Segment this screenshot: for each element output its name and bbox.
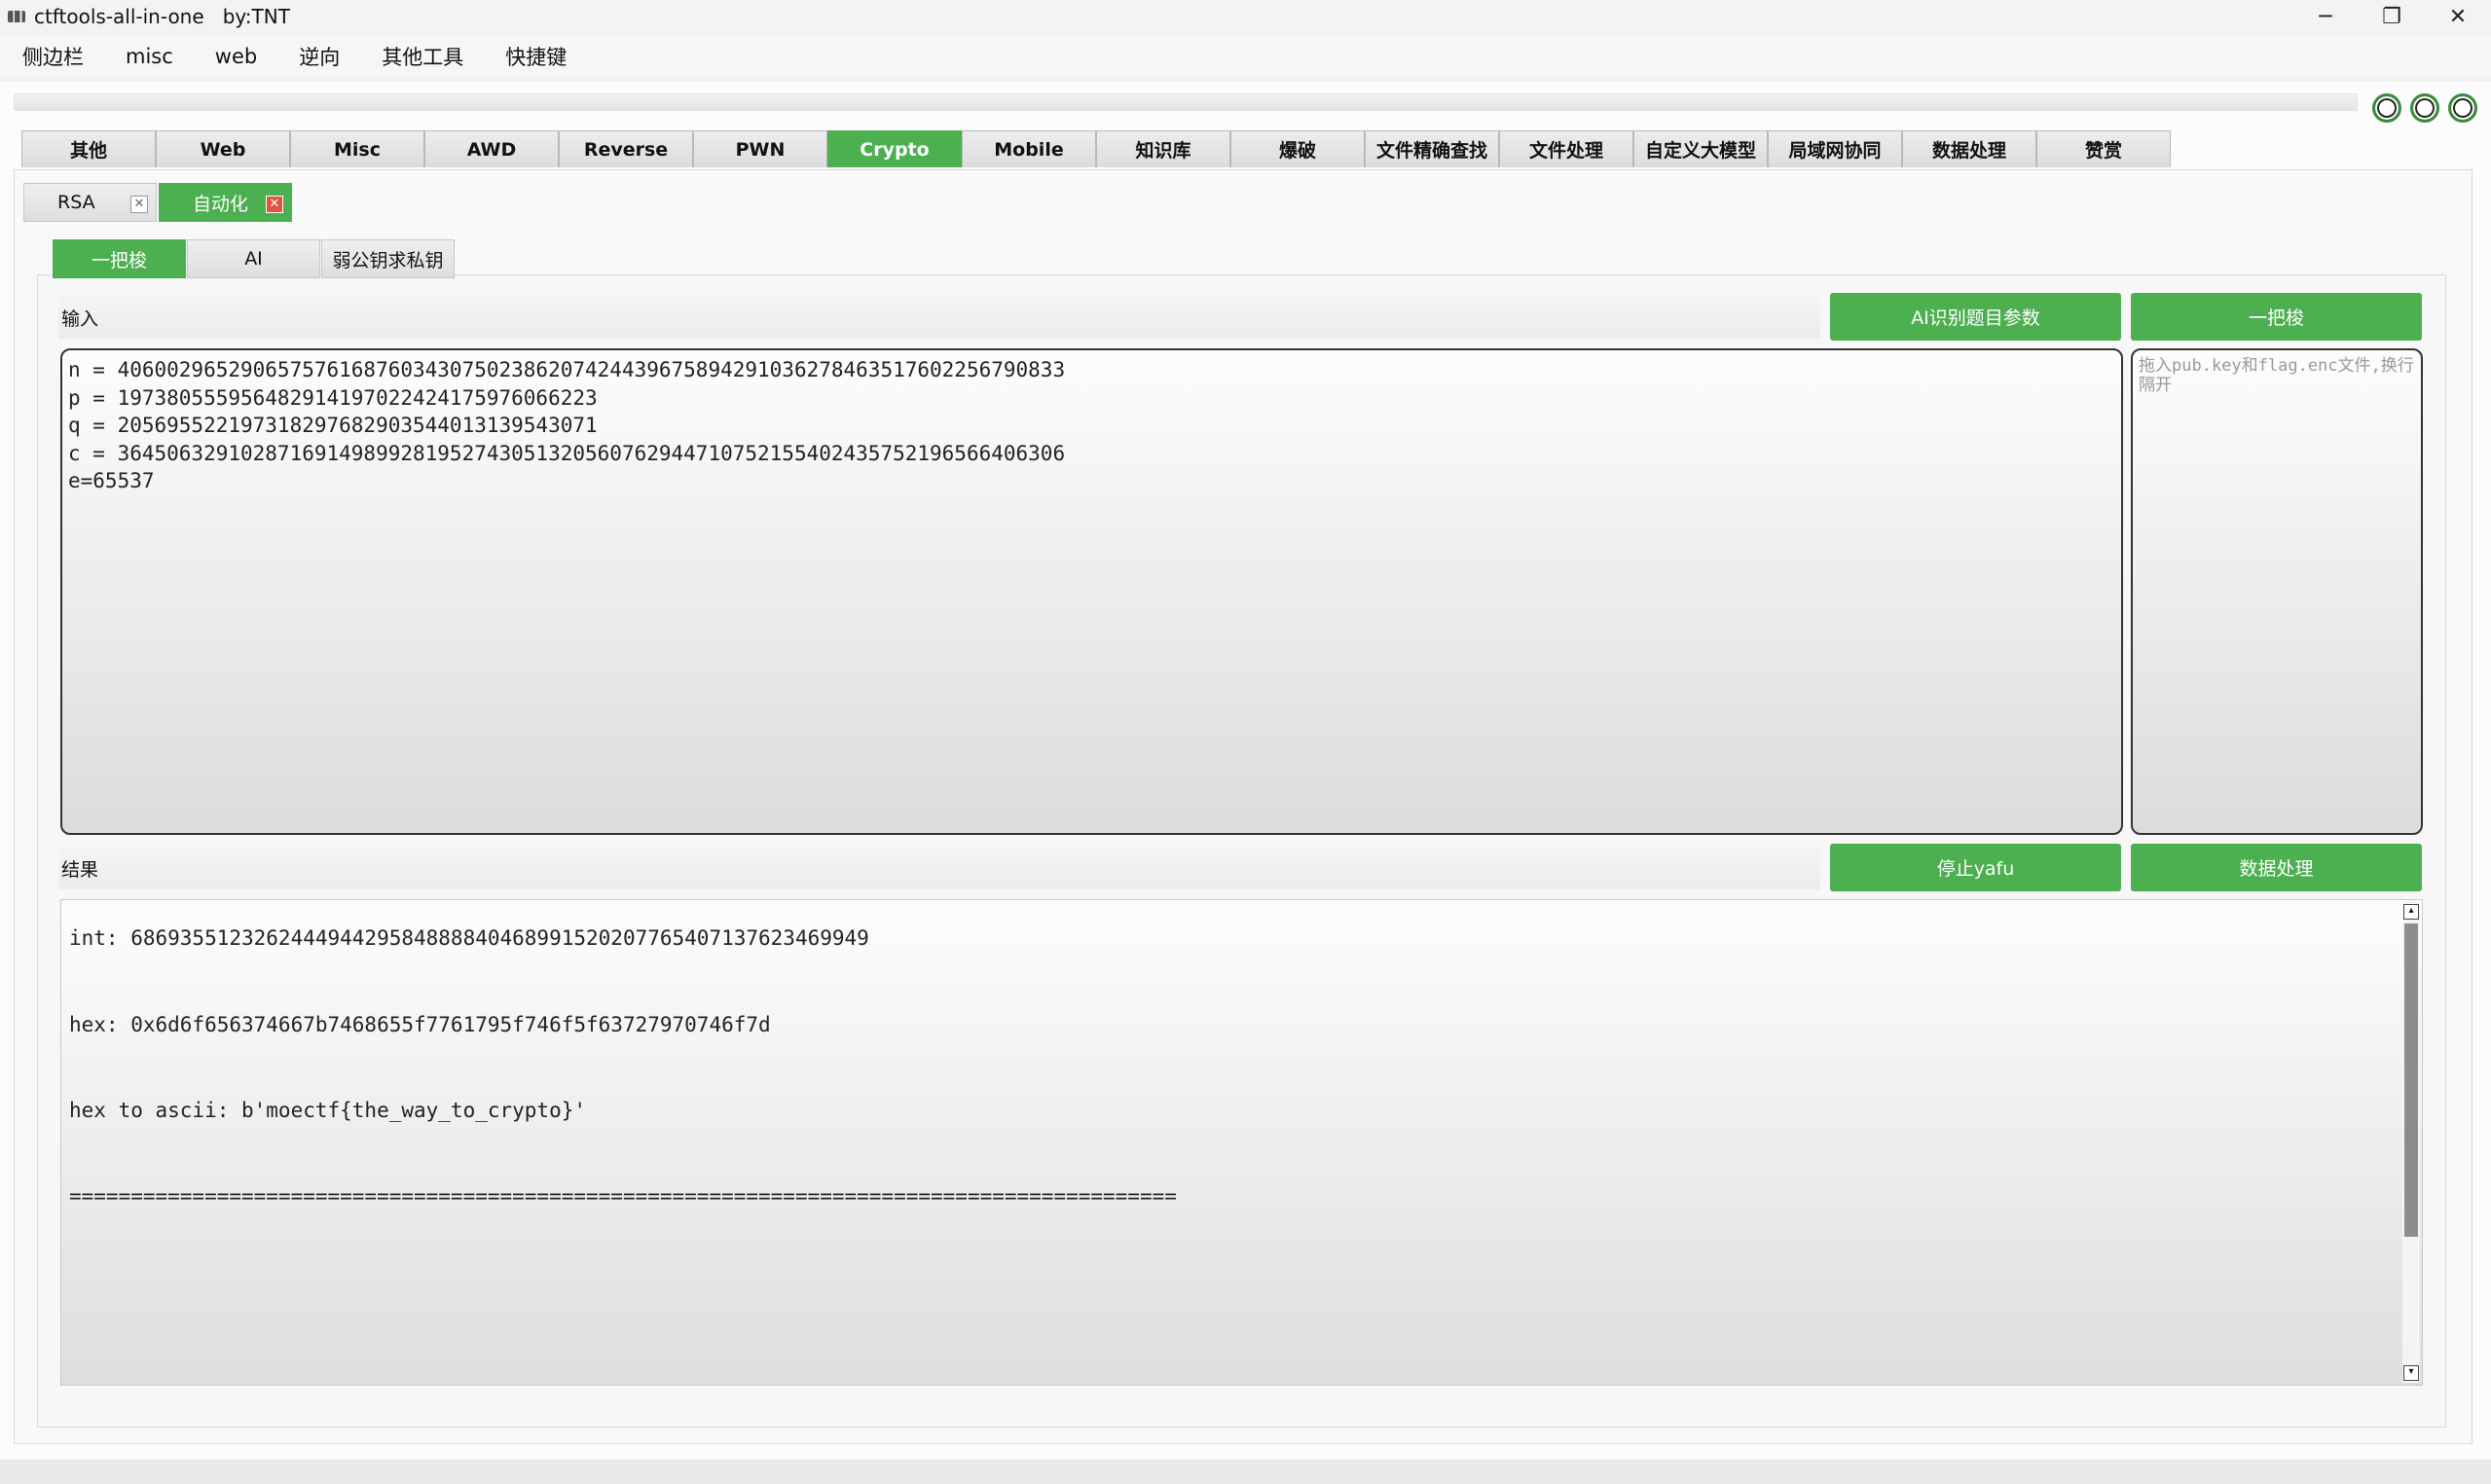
menu-misc[interactable]: misc: [113, 39, 186, 74]
toggle-circle-icon[interactable]: [2448, 93, 2477, 123]
file-drop-textarea[interactable]: 拖入pub.key和flag.enc文件,换行隔开: [2131, 348, 2423, 835]
status-strip: [14, 93, 2358, 111]
tab-other[interactable]: 其他: [21, 130, 156, 167]
minimize-icon[interactable]: ─: [2292, 0, 2359, 33]
tab-crypto[interactable]: Crypto: [827, 130, 962, 167]
input-line-c: c = 364506329102871691498992819527430513…: [68, 441, 1066, 465]
scroll-thumb[interactable]: [2404, 923, 2418, 1237]
input-label: 输入: [58, 296, 1820, 339]
tab-lan-collab[interactable]: 局域网协同: [1768, 130, 1902, 167]
data-processing-button[interactable]: 数据处理: [2131, 844, 2422, 891]
tab-bruteforce[interactable]: 爆破: [1230, 130, 1365, 167]
result-hex: hex: 0x6d6f656374667b7468655f7761795f746…: [69, 1013, 771, 1036]
tab-label: RSA: [57, 192, 95, 213]
sub-tab-bar: RSA ✕ 自动化 ✕: [23, 183, 294, 222]
result-output[interactable]: int: 68693551232624449442958488884046899…: [60, 899, 2423, 1386]
one-shot-button[interactable]: 一把梭: [2131, 293, 2422, 341]
main-tab-bar: 其他 Web Misc AWD Reverse PWN Crypto Mobil…: [21, 130, 2171, 167]
window-controls: ─ ❐ ✕: [2292, 0, 2491, 33]
menu-web[interactable]: web: [202, 39, 270, 74]
input-textarea[interactable]: n = 406002965290657576168760343075023862…: [60, 348, 2123, 835]
tab-rsa[interactable]: RSA ✕: [23, 183, 157, 222]
tab-web[interactable]: Web: [156, 130, 290, 167]
toggle-circle-icon[interactable]: [2372, 93, 2401, 123]
tab-weak-key[interactable]: 弱公钥求私钥: [321, 239, 455, 278]
status-bar: [0, 1460, 2491, 1484]
menu-bar: 侧边栏 misc web 逆向 其他工具 快捷键: [0, 35, 2491, 78]
tab-ai[interactable]: AI: [187, 239, 320, 278]
tab-reverse[interactable]: Reverse: [559, 130, 693, 167]
title-bar: ctftools-all-in-one by:TNT ─ ❐ ✕: [0, 0, 2491, 33]
tab-file-processing[interactable]: 文件处理: [1499, 130, 1633, 167]
tab-knowledge-base[interactable]: 知识库: [1096, 130, 1230, 167]
tab-awd[interactable]: AWD: [424, 130, 559, 167]
close-icon[interactable]: ✕: [130, 196, 148, 213]
input-line-p: p = 197380555956482914197022424175976066…: [68, 385, 598, 410]
stop-yafu-button[interactable]: 停止yafu: [1830, 844, 2121, 891]
tab-label: 自动化: [193, 193, 249, 215]
tab-data-processing[interactable]: 数据处理: [1902, 130, 2036, 167]
menu-reverse[interactable]: 逆向: [286, 36, 352, 77]
input-line-e: e=65537: [68, 469, 155, 492]
ai-identify-button[interactable]: AI识别题目参数: [1830, 293, 2121, 341]
result-separator: ========================================…: [69, 1184, 1177, 1208]
tab-custom-model[interactable]: 自定义大模型: [1633, 130, 1768, 167]
tab-donate[interactable]: 赞赏: [2036, 130, 2171, 167]
result-ascii: hex to ascii: b'moectf{the_way_to_crypto…: [69, 1099, 587, 1122]
input-line-q: q = 205695522197318297682903544013139543…: [68, 414, 598, 437]
result-scrollbar[interactable]: ▴ ▾: [2402, 902, 2420, 1383]
tab-file-search[interactable]: 文件精确查找: [1365, 130, 1499, 167]
window-title: ctftools-all-in-one by:TNT: [34, 5, 290, 28]
menu-shortcuts[interactable]: 快捷键: [493, 36, 579, 77]
tab-pwn[interactable]: PWN: [693, 130, 827, 167]
drop-placeholder: 拖入pub.key和flag.enc文件,换行隔开: [2139, 356, 2414, 395]
toggle-circle-icon[interactable]: [2410, 93, 2439, 123]
close-icon[interactable]: ✕: [266, 196, 283, 213]
menu-sidebar[interactable]: 侧边栏: [10, 36, 96, 77]
window-toggle-group: [2372, 93, 2477, 123]
input-line-n: n = 406002965290657576168760343075023862…: [68, 358, 1066, 381]
tab-mobile[interactable]: Mobile: [962, 130, 1096, 167]
result-int: int: 68693551232624449442958488884046899…: [69, 926, 869, 950]
result-label: 结果: [58, 847, 1820, 889]
close-icon[interactable]: ✕: [2425, 0, 2491, 33]
app-icon: [8, 11, 25, 22]
scroll-down-icon[interactable]: ▾: [2403, 1365, 2419, 1381]
tab-one-shot[interactable]: 一把梭: [53, 239, 186, 278]
restore-icon[interactable]: ❐: [2359, 0, 2425, 33]
tab-misc[interactable]: Misc: [290, 130, 424, 167]
menu-other-tools[interactable]: 其他工具: [369, 36, 476, 77]
tool-tab-bar: 一把梭 AI 弱公钥求私钥: [53, 239, 456, 278]
scroll-up-icon[interactable]: ▴: [2403, 904, 2419, 920]
tab-automation[interactable]: 自动化 ✕: [159, 183, 292, 222]
